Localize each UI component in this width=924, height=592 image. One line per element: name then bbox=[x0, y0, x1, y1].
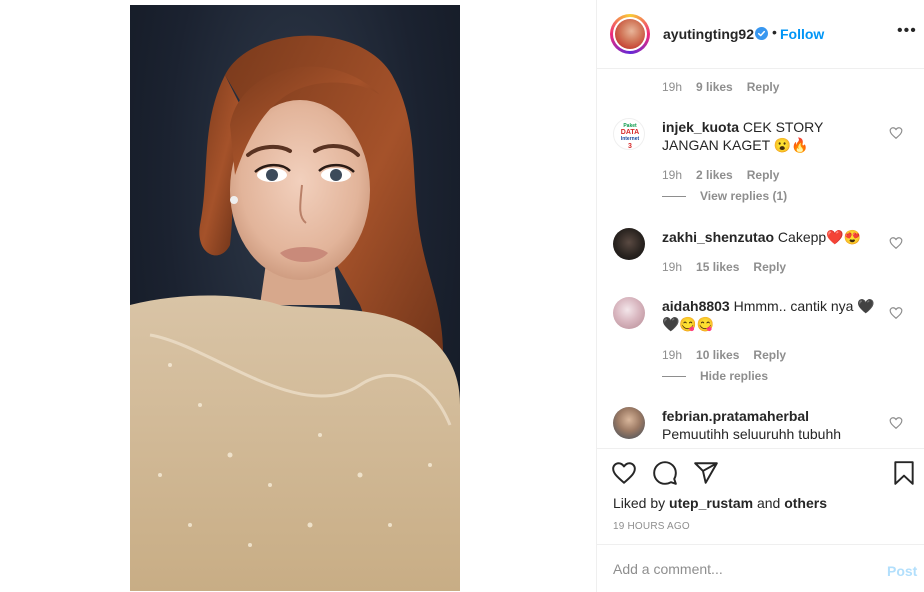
thread-line bbox=[662, 196, 686, 198]
comment-like-heart-icon[interactable] bbox=[889, 416, 903, 430]
heart-icon[interactable] bbox=[611, 460, 637, 486]
comment-like-heart-icon[interactable] bbox=[889, 126, 903, 140]
comment-like-heart-icon[interactable] bbox=[889, 306, 903, 320]
svg-text:3: 3 bbox=[628, 143, 632, 150]
comment-time: 19h bbox=[662, 168, 683, 182]
comment-like-heart-icon[interactable] bbox=[889, 236, 903, 250]
post-actions: Liked by utep_rustam and others 19 HOURS… bbox=[597, 448, 924, 544]
reply-button[interactable]: Reply bbox=[747, 168, 780, 182]
view-replies-button[interactable]: View replies (1) bbox=[662, 189, 787, 203]
comment-input[interactable] bbox=[613, 559, 863, 579]
comment-meta: 19h 9 likes Reply bbox=[662, 80, 793, 94]
svg-text:Internet: Internet bbox=[621, 136, 640, 142]
comment-text-block: zakhi_shenzutao Cakepp❤️😍 bbox=[662, 228, 882, 246]
comment-username[interactable]: injek_kuota bbox=[662, 119, 739, 135]
comment-username[interactable]: aidah8803 bbox=[662, 298, 730, 314]
separator-dot: • bbox=[772, 24, 777, 40]
liked-by-and: and bbox=[756, 495, 781, 511]
post-panel: ayutingting92 • Follow ••• 19h 9 likes Rep… bbox=[596, 0, 924, 592]
avatar bbox=[615, 19, 645, 49]
paket-data-logo-icon: Paket DATA Internet 3 bbox=[621, 123, 640, 150]
post-timestamp[interactable]: 19 HOURS AGO bbox=[613, 521, 690, 532]
comment-likes[interactable]: 15 likes bbox=[696, 260, 739, 274]
comment-likes[interactable]: 10 likes bbox=[696, 348, 739, 362]
add-comment-bar: Post bbox=[597, 544, 924, 592]
bookmark-icon[interactable] bbox=[891, 460, 917, 486]
comment-avatar[interactable] bbox=[613, 228, 645, 260]
post-button[interactable]: Post bbox=[887, 563, 917, 579]
hide-replies-button[interactable]: Hide replies bbox=[662, 369, 768, 383]
verified-badge-icon bbox=[755, 27, 768, 40]
comment-avatar[interactable]: Paket DATA Internet 3 bbox=[613, 118, 645, 150]
comment-meta: 19h 10 likes Reply bbox=[662, 348, 800, 362]
comments-list[interactable]: 19h 9 likes Reply Paket DATA Internet 3 in… bbox=[597, 70, 924, 448]
comment-likes[interactable]: 9 likes bbox=[696, 80, 733, 94]
comment-icon[interactable] bbox=[652, 460, 678, 486]
comment-time: 19h bbox=[662, 260, 683, 274]
follow-button[interactable]: Follow bbox=[780, 26, 824, 42]
thread-line bbox=[662, 376, 686, 378]
comment-body: Pemuutihh seluuruhh tubuhh bbox=[662, 426, 842, 442]
comment-text-block: aidah8803 Hmmm.. cantik nya 🖤🖤😋😋 bbox=[662, 297, 882, 333]
comment-time: 19h bbox=[662, 80, 683, 94]
comment-meta: 19h 2 likes Reply bbox=[662, 168, 793, 182]
story-avatar[interactable] bbox=[610, 14, 650, 54]
comment-username[interactable]: febrian.pratamaherbal bbox=[662, 408, 809, 424]
comment-text-block: injek_kuota CEK STORY JANGAN KAGET 😮🔥 bbox=[662, 118, 882, 154]
post-header: ayutingting92 • Follow ••• bbox=[597, 0, 924, 69]
portrait-illustration bbox=[130, 35, 460, 591]
reply-button[interactable]: Reply bbox=[753, 260, 786, 274]
comment-avatar[interactable] bbox=[613, 297, 645, 329]
reply-button[interactable]: Reply bbox=[747, 80, 780, 94]
comment-meta: 19h 15 likes Reply bbox=[662, 260, 800, 274]
liked-by-user[interactable]: utep_rustam bbox=[669, 495, 753, 511]
comment-body: Cakepp❤️😍 bbox=[777, 229, 862, 245]
media-area bbox=[0, 0, 596, 592]
svg-text:DATA: DATA bbox=[621, 129, 639, 136]
comment-avatar[interactable] bbox=[613, 407, 645, 439]
liked-by-others[interactable]: others bbox=[784, 495, 827, 511]
liked-by-text: Liked by utep_rustam and others bbox=[613, 495, 827, 511]
share-icon[interactable] bbox=[693, 460, 719, 486]
hide-replies-label: Hide replies bbox=[700, 369, 769, 383]
reply-button[interactable]: Reply bbox=[753, 348, 786, 362]
view-replies-label: View replies (1) bbox=[700, 189, 788, 203]
comment-time: 19h bbox=[662, 348, 683, 362]
post-photo[interactable] bbox=[130, 5, 460, 591]
more-options-icon[interactable]: ••• bbox=[897, 22, 917, 42]
comment-text-block: febrian.pratamaherbal Pemuutihh seluuruh… bbox=[662, 407, 882, 443]
post-username[interactable]: ayutingting92 bbox=[663, 26, 754, 42]
liked-by-prefix: Liked by bbox=[613, 495, 666, 511]
comment-likes[interactable]: 2 likes bbox=[696, 168, 733, 182]
comment-username[interactable]: zakhi_shenzutao bbox=[662, 229, 774, 245]
